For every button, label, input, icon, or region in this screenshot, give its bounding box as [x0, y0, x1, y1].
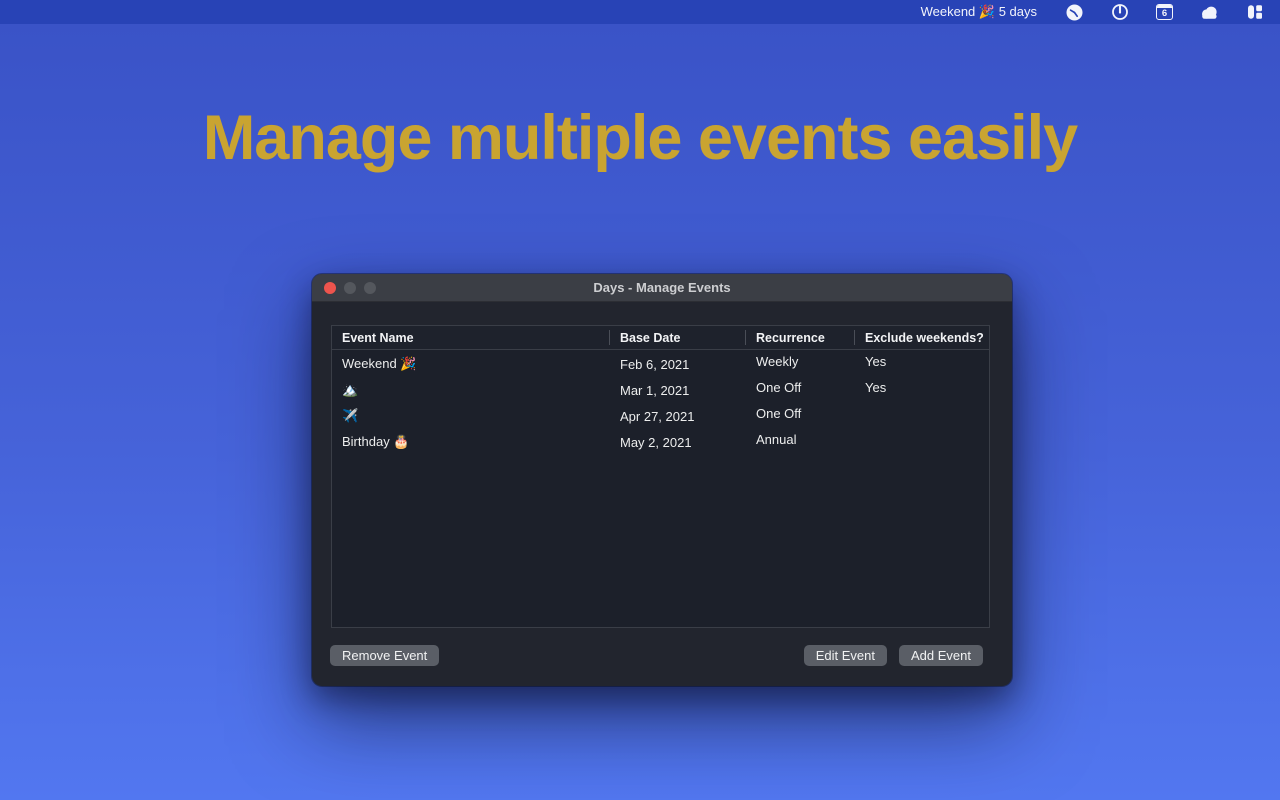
cell-event-name: Weekend 🎉 [332, 356, 610, 372]
table-row[interactable]: ✈️ Apr 27, 2021 One Off [332, 404, 989, 428]
cell-exclude: Yes [855, 380, 989, 395]
calendar-day-number: 6 [1157, 8, 1172, 19]
close-button[interactable] [324, 282, 336, 294]
manage-events-window: Days - Manage Events Event Name Base Dat… [312, 274, 1012, 686]
window-titlebar[interactable]: Days - Manage Events [312, 274, 1012, 302]
cloud-icon[interactable] [1200, 3, 1219, 22]
cell-exclude: Yes [855, 354, 989, 369]
add-event-button[interactable]: Add Event [899, 645, 983, 666]
menubar-status-text[interactable]: Weekend 🎉 5 days [921, 4, 1037, 20]
button-bar: Remove Event Edit Event Add Event [330, 645, 983, 666]
power-icon[interactable] [1110, 3, 1129, 22]
control-center-icon[interactable] [1245, 3, 1264, 22]
desktop-wallpaper: Manage multiple events easily Days - Man… [0, 24, 1280, 800]
minimize-button[interactable] [344, 282, 356, 294]
column-header-recurrence[interactable]: Recurrence [746, 326, 855, 349]
cell-base-date: May 2, 2021 [610, 435, 746, 450]
clock-icon[interactable] [1065, 3, 1084, 22]
table-header: Event Name Base Date Recurrence Exclude … [332, 326, 989, 350]
table-row[interactable]: Birthday 🎂 May 2, 2021 Annual [332, 430, 989, 454]
cell-recurrence: Annual [746, 432, 855, 447]
window-title: Days - Manage Events [593, 280, 730, 295]
column-header-base-date[interactable]: Base Date [610, 326, 746, 349]
cell-event-name: ✈️ [332, 408, 610, 424]
right-button-group: Edit Event Add Event [804, 645, 983, 666]
cell-base-date: Mar 1, 2021 [610, 383, 746, 398]
cell-recurrence: Weekly [746, 354, 855, 369]
cell-base-date: Apr 27, 2021 [610, 409, 746, 424]
table-row[interactable]: 🏔️ Mar 1, 2021 One Off Yes [332, 378, 989, 402]
table-row[interactable]: Weekend 🎉 Feb 6, 2021 Weekly Yes [332, 352, 989, 376]
menubar: Weekend 🎉 5 days 6 [0, 0, 1280, 24]
cell-recurrence: One Off [746, 380, 855, 395]
column-header-exclude-weekends[interactable]: Exclude weekends? [855, 326, 989, 349]
calendar-icon[interactable]: 6 [1155, 3, 1174, 22]
cell-recurrence: One Off [746, 406, 855, 421]
cell-event-name: 🏔️ [332, 382, 610, 398]
remove-event-button[interactable]: Remove Event [330, 645, 439, 666]
traffic-lights [324, 274, 376, 302]
headline: Manage multiple events easily [0, 102, 1280, 174]
cell-event-name: Birthday 🎂 [332, 434, 610, 450]
cell-base-date: Feb 6, 2021 [610, 357, 746, 372]
edit-event-button[interactable]: Edit Event [804, 645, 887, 666]
zoom-button[interactable] [364, 282, 376, 294]
column-header-event-name[interactable]: Event Name [332, 326, 610, 349]
events-table: Event Name Base Date Recurrence Exclude … [331, 325, 990, 628]
